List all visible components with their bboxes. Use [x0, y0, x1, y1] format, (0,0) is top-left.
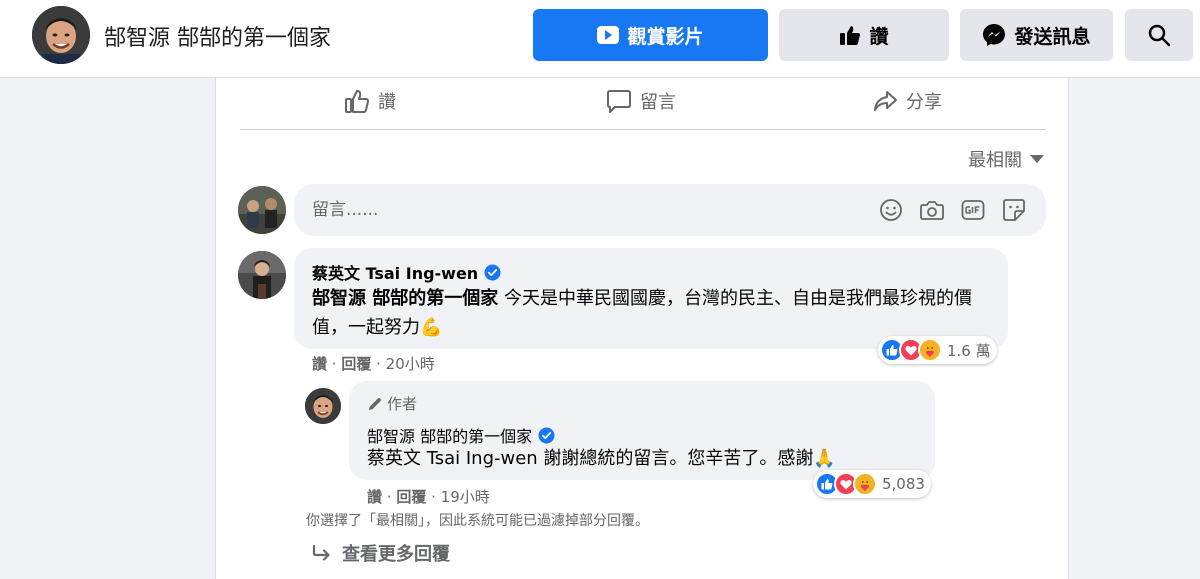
reply-reactions[interactable]: 5,083: [813, 470, 931, 498]
comment-author[interactable]: 蔡英文 Tsai Ing-wen: [312, 260, 501, 284]
watch-video-button[interactable]: 觀賞影片: [533, 9, 768, 61]
comment-bubble: 蔡英文 Tsai Ing-wen 郜智源 郜郜的第一個家 今天是中華民國國慶，台…: [294, 248, 1008, 349]
share-icon: [872, 88, 898, 114]
reply-reaction-count: 5,083: [882, 475, 925, 493]
send-message-button[interactable]: 發送訊息: [960, 9, 1113, 61]
reply-reply-link[interactable]: 回覆: [396, 488, 426, 506]
post-comment-button[interactable]: 留言: [606, 86, 676, 116]
post-share-label: 分享: [906, 92, 942, 113]
emoji-icon[interactable]: [878, 198, 904, 222]
page-avatar[interactable]: [32, 6, 90, 64]
comment-like-link[interactable]: 讚: [312, 355, 327, 373]
current-user-avatar-image: [238, 186, 286, 234]
reply-bubble: 作者 郜智源 郜郜的第一個家 蔡英文 Tsai Ing-wen 謝謝總統的留言。…: [349, 381, 935, 480]
reply-meta: 讚 · 回覆 · 19小時: [367, 488, 490, 506]
search-button[interactable]: [1125, 9, 1193, 61]
author-tag-label: 作者: [387, 395, 418, 413]
author-tag: 作者: [367, 393, 417, 414]
camera-icon[interactable]: [919, 198, 945, 222]
comment-meta: 讚 · 回覆 · 20小時: [312, 355, 435, 373]
post-comment-label: 留言: [640, 92, 676, 113]
reply-author-avatar-image: [305, 388, 341, 424]
comment-composer: [294, 184, 1046, 236]
current-user-avatar[interactable]: [238, 186, 286, 234]
reply-arrow-icon: [312, 544, 332, 562]
post-card: 讚 留言 分享 最相關 留言...... 蔡英文 Tsai Ing-wen 郜智…: [215, 78, 1069, 579]
care-reaction-icon: [918, 338, 942, 362]
verified-badge-icon: [538, 427, 555, 444]
send-message-label: 發送訊息: [1014, 25, 1091, 48]
page-header: 郜智源 郜郜的第一個家 觀賞影片 讚 發送訊息: [0, 0, 1200, 78]
caret-down-icon: [1030, 154, 1044, 164]
comment-reply-link[interactable]: 回覆: [341, 355, 371, 373]
care-reaction-icon: [853, 472, 877, 496]
like-page-label: 讚: [869, 25, 889, 48]
comment-timestamp[interactable]: 20小時: [386, 355, 435, 373]
post-like-label: 讚: [378, 92, 396, 113]
messenger-icon: [982, 23, 1006, 47]
search-icon: [1147, 23, 1171, 47]
view-more-replies-label: 查看更多回覆: [342, 544, 450, 565]
comment-author-name: 蔡英文 Tsai Ing-wen: [312, 264, 479, 283]
post-share-button[interactable]: 分享: [872, 86, 942, 116]
commenter-avatar-image: [238, 251, 286, 299]
like-page-button[interactable]: 讚: [779, 9, 949, 61]
comment-input[interactable]: [312, 196, 812, 224]
thumbs-up-outline-icon: [344, 88, 370, 114]
thumbs-up-icon: [839, 24, 861, 46]
comment-reactions[interactable]: 1.6 萬: [878, 336, 997, 364]
comment-reaction-count: 1.6 萬: [947, 341, 991, 360]
post-like-button[interactable]: 讚: [344, 86, 396, 116]
reply-author-name: 郜智源 郜郜的第一個家: [367, 427, 533, 446]
sort-label: 最相關: [968, 150, 1022, 171]
reply-timestamp[interactable]: 19小時: [441, 488, 490, 506]
sticker-icon[interactable]: [1001, 198, 1027, 222]
post-action-bar: 讚 留言 分享: [240, 78, 1046, 130]
comment-icon: [606, 88, 632, 114]
filter-notice: 你選擇了「最相關」，因此系統可能已過濾掉部分回覆。: [306, 513, 649, 529]
view-more-replies-link[interactable]: 查看更多回覆: [312, 540, 450, 566]
verified-badge-icon: [484, 264, 501, 281]
commenter-avatar[interactable]: [238, 251, 286, 299]
reply-like-link[interactable]: 讚: [367, 488, 382, 506]
pencil-icon: [367, 396, 383, 412]
comment-text: 郜智源 郜郜的第一個家 今天是中華民國國慶，台灣的民主、自由是我們最珍視的價值，…: [312, 284, 992, 342]
watch-video-label: 觀賞影片: [627, 25, 704, 48]
play-icon: [597, 26, 620, 44]
comment-mention-link[interactable]: 郜智源 郜郜的第一個家: [312, 288, 498, 309]
reply-author[interactable]: 郜智源 郜郜的第一個家: [367, 423, 555, 447]
reply-text: 蔡英文 Tsai Ing-wen 謝謝總統的留言。您辛苦了。感謝🙏: [367, 448, 836, 469]
gif-icon[interactable]: [960, 198, 986, 222]
page-avatar-image: [32, 6, 90, 64]
page-title[interactable]: 郜智源 郜郜的第一個家: [104, 20, 331, 52]
reply-author-avatar[interactable]: [305, 388, 341, 424]
comment-sort-dropdown[interactable]: 最相關: [968, 146, 1044, 172]
